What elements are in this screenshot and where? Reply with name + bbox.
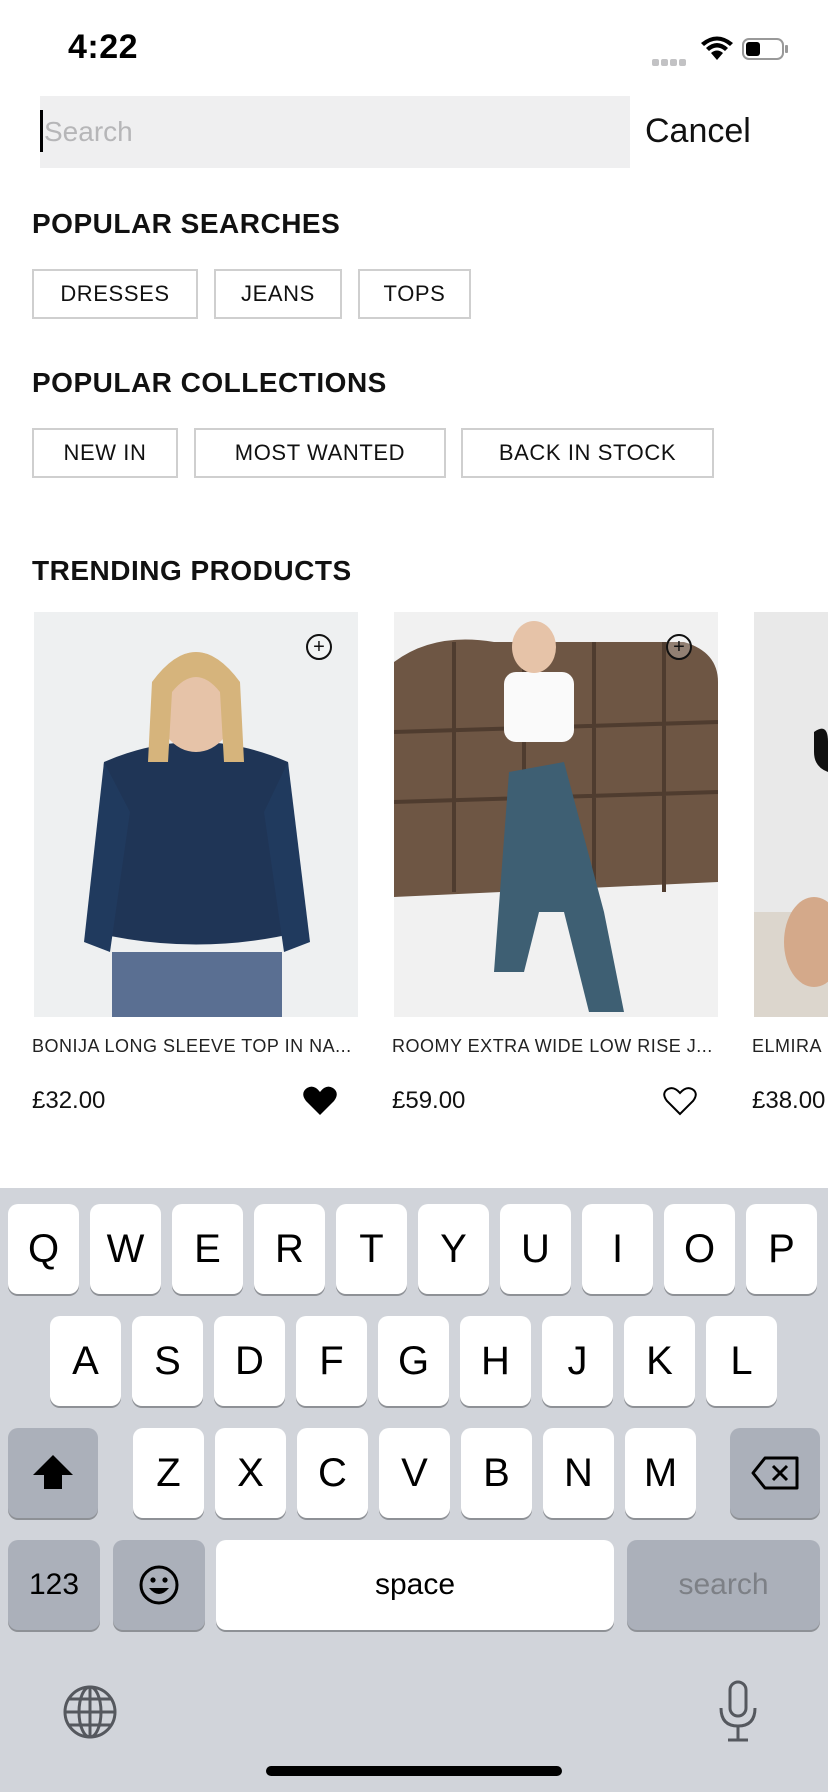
key-q[interactable]: Q xyxy=(8,1204,79,1294)
chip-jeans[interactable]: JEANS xyxy=(214,269,342,319)
key-h[interactable]: H xyxy=(460,1316,531,1406)
key-v[interactable]: V xyxy=(379,1428,450,1518)
key-c[interactable]: C xyxy=(297,1428,368,1518)
key-p[interactable]: P xyxy=(746,1204,817,1294)
key-t[interactable]: T xyxy=(336,1204,407,1294)
product-price: £38.00 xyxy=(752,1087,826,1114)
key-e[interactable]: E xyxy=(172,1204,243,1294)
microphone-icon[interactable] xyxy=(716,1680,760,1744)
product-price: £32.00 xyxy=(32,1087,106,1114)
shift-icon xyxy=(33,1455,73,1489)
product-photo-partial xyxy=(754,612,828,1017)
key-l[interactable]: L xyxy=(706,1316,777,1406)
chip-tops[interactable]: TOPS xyxy=(358,269,471,319)
key-b[interactable]: B xyxy=(461,1428,532,1518)
product-photo-top xyxy=(34,612,358,1017)
key-k[interactable]: K xyxy=(624,1316,695,1406)
product-image[interactable]: + xyxy=(34,612,358,1017)
product-image[interactable] xyxy=(754,612,828,1017)
home-indicator xyxy=(266,1766,562,1776)
key-r[interactable]: R xyxy=(254,1204,325,1294)
battery-icon xyxy=(742,38,788,60)
key-o[interactable]: O xyxy=(664,1204,735,1294)
emoji-icon xyxy=(139,1565,179,1605)
key-u[interactable]: U xyxy=(500,1204,571,1294)
cancel-button[interactable]: Cancel xyxy=(645,112,751,151)
numbers-key[interactable]: 123 xyxy=(8,1540,100,1630)
popular-collections-heading: POPULAR COLLECTIONS xyxy=(32,367,387,398)
heart-filled-icon[interactable] xyxy=(303,1086,337,1116)
key-z[interactable]: Z xyxy=(133,1428,204,1518)
text-cursor xyxy=(40,110,43,152)
key-g[interactable]: G xyxy=(378,1316,449,1406)
key-y[interactable]: Y xyxy=(418,1204,489,1294)
shift-key[interactable] xyxy=(8,1428,98,1518)
key-x[interactable]: X xyxy=(215,1428,286,1518)
chip-new-in[interactable]: NEW IN xyxy=(32,428,178,478)
key-j[interactable]: J xyxy=(542,1316,613,1406)
product-title[interactable]: ROOMY EXTRA WIDE LOW RISE J... xyxy=(392,1036,713,1057)
add-to-bag-icon[interactable]: + xyxy=(306,634,332,660)
search-key[interactable]: search xyxy=(627,1540,820,1630)
key-d[interactable]: D xyxy=(214,1316,285,1406)
delete-key[interactable] xyxy=(730,1428,820,1518)
status-time: 4:22 xyxy=(68,28,139,66)
search-input[interactable] xyxy=(40,96,630,168)
keyboard: QWERTYUIOP ASDFGHJKL ZXCVBNM 123 space s… xyxy=(0,1188,828,1792)
cellular-signal-icon xyxy=(652,53,688,71)
key-w[interactable]: W xyxy=(90,1204,161,1294)
product-photo-jeans xyxy=(394,612,718,1017)
emoji-key[interactable] xyxy=(113,1540,205,1630)
wifi-icon xyxy=(701,36,733,60)
key-m[interactable]: M xyxy=(625,1428,696,1518)
key-f[interactable]: F xyxy=(296,1316,367,1406)
key-a[interactable]: A xyxy=(50,1316,121,1406)
globe-icon[interactable] xyxy=(62,1684,118,1740)
key-s[interactable]: S xyxy=(132,1316,203,1406)
delete-icon xyxy=(751,1456,799,1490)
key-i[interactable]: I xyxy=(582,1204,653,1294)
key-n[interactable]: N xyxy=(543,1428,614,1518)
space-key[interactable]: space xyxy=(216,1540,614,1630)
chip-dresses[interactable]: DRESSES xyxy=(32,269,198,319)
popular-searches-heading: POPULAR SEARCHES xyxy=(32,208,341,239)
product-title[interactable]: ELMIRA xyxy=(752,1036,822,1057)
product-image[interactable]: + xyxy=(394,612,718,1017)
chip-back-in-stock[interactable]: BACK IN STOCK xyxy=(461,428,714,478)
product-title[interactable]: BONIJA LONG SLEEVE TOP IN NA... xyxy=(32,1036,352,1057)
chip-most-wanted[interactable]: MOST WANTED xyxy=(194,428,446,478)
search-field-container xyxy=(40,96,630,168)
trending-products-heading: TRENDING PRODUCTS xyxy=(32,555,352,586)
heart-outline-icon[interactable] xyxy=(663,1086,697,1116)
product-price: £59.00 xyxy=(392,1087,466,1114)
add-to-bag-icon[interactable]: + xyxy=(666,634,692,660)
